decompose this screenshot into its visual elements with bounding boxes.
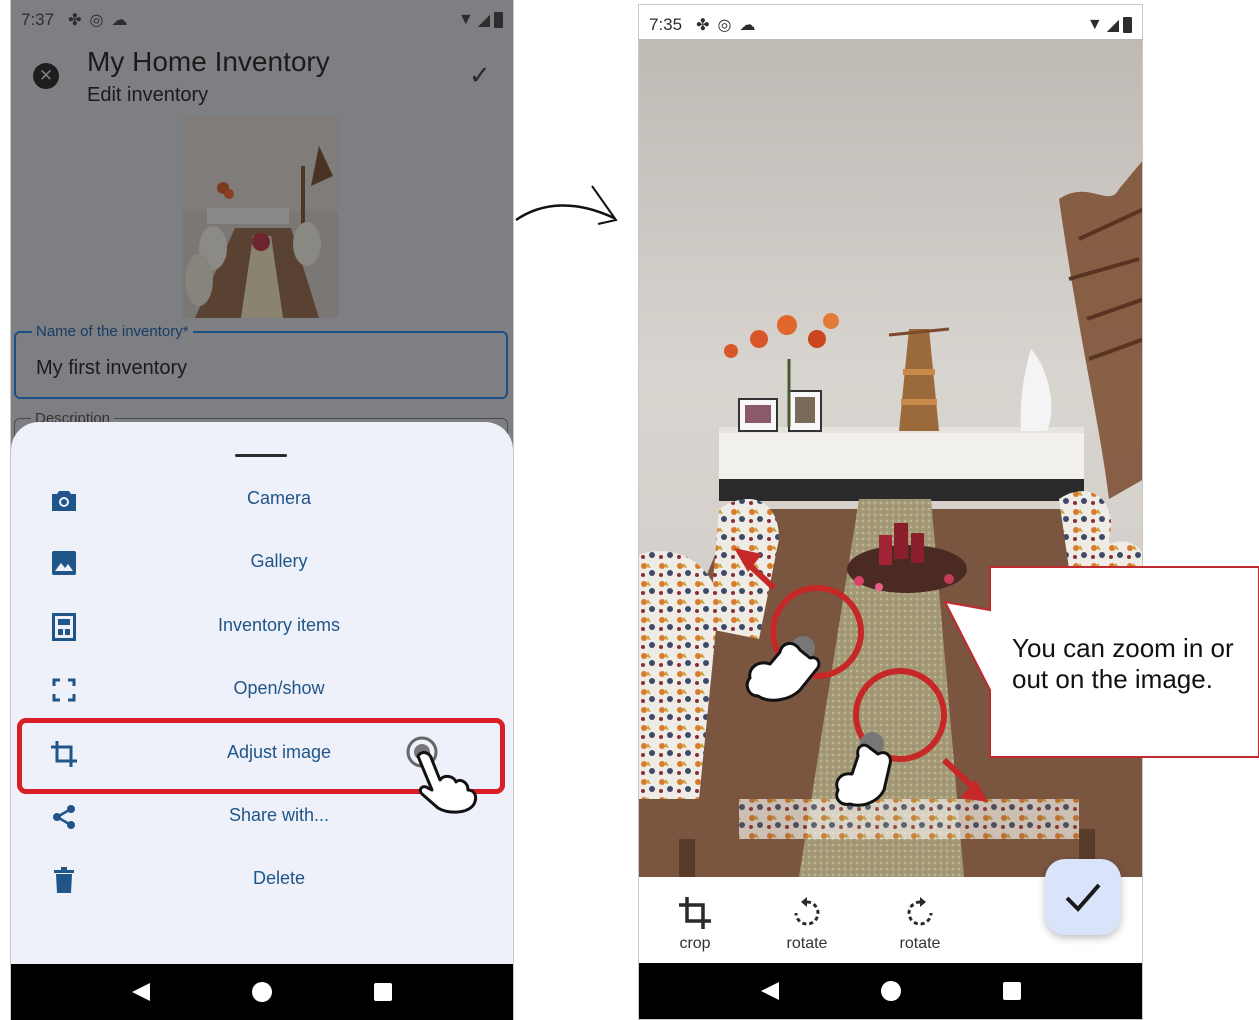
zoom-hint-callout: You can zoom in or out on the image. [1012, 633, 1234, 694]
gesture-annotations [734, 548, 1259, 807]
pinch-hand-icon [835, 743, 892, 807]
